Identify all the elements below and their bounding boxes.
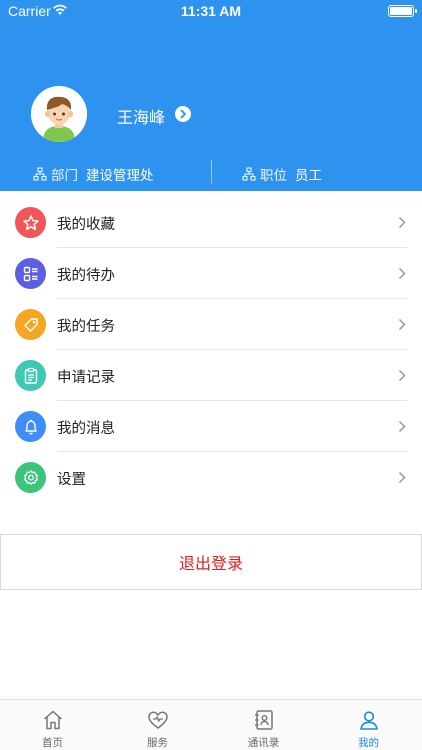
status-bar: Carrier 11:31 AM — [0, 0, 422, 22]
chevron-right-icon — [180, 109, 186, 119]
chevron-right-icon — [398, 318, 406, 331]
heart-icon — [147, 711, 168, 729]
home-icon — [43, 710, 62, 730]
gear-icon — [15, 462, 46, 493]
menu-item-label: 我的待办 — [57, 268, 115, 284]
position-value: 员工 — [295, 168, 322, 184]
avatar[interactable] — [31, 86, 87, 142]
tab-label: 服务 — [147, 737, 168, 749]
user-name[interactable]: 王海峰 — [117, 104, 165, 128]
chevron-right-icon — [398, 267, 406, 280]
menu-item-favorites[interactable]: 我的收藏 — [0, 197, 422, 248]
clock: 11:31 AM — [180, 3, 242, 19]
department-value: 建设管理处 — [86, 168, 154, 184]
tab-mine[interactable]: 我的 — [316, 700, 421, 750]
menu-item-tasks[interactable]: 我的任务 — [0, 299, 422, 350]
menu-item-applications[interactable]: 申请记录 — [0, 350, 422, 401]
org-structure-icon — [242, 167, 256, 181]
menu-item-settings[interactable]: 设置 — [0, 452, 422, 503]
avatar-boy-icon — [31, 86, 87, 142]
profile-info-row: 部门 建设管理处 职位 员工 — [0, 160, 422, 186]
department-label: 部门 — [51, 168, 78, 184]
star-icon — [15, 207, 46, 238]
tab-label: 通讯录 — [247, 737, 280, 749]
clipboard-icon — [15, 360, 46, 391]
profile-menu: 我的收藏 我的待办 我的任务 申请记录 我的消息 设置 — [0, 197, 422, 503]
contacts-icon — [254, 710, 273, 730]
user-icon — [359, 711, 378, 730]
tab-services[interactable]: 服务 — [105, 700, 210, 750]
tab-contacts[interactable]: 通讯录 — [211, 700, 316, 750]
tab-bar: 首页 服务 通讯录 我的 — [0, 699, 422, 750]
battery-icon — [388, 5, 417, 17]
position-label: 职位 — [260, 168, 287, 184]
tab-label: 我的 — [358, 737, 379, 749]
menu-item-label: 申请记录 — [57, 370, 115, 386]
department-info: 部门 建设管理处 — [33, 164, 154, 184]
chevron-right-icon — [398, 420, 406, 433]
menu-item-messages[interactable]: 我的消息 — [0, 401, 422, 452]
info-divider — [211, 160, 212, 184]
chevron-right-icon — [398, 216, 406, 229]
menu-item-label: 我的消息 — [57, 421, 115, 437]
menu-item-label: 设置 — [57, 472, 86, 488]
tab-label: 首页 — [42, 737, 63, 749]
menu-item-label: 我的任务 — [57, 319, 115, 335]
profile-header: Carrier 11:31 AM 王海峰 部门 建设管理处 职位 员工 — [0, 0, 422, 191]
logout-button[interactable]: 退出登录 — [0, 534, 422, 590]
menu-item-todo[interactable]: 我的待办 — [0, 248, 422, 299]
bell-icon — [15, 411, 46, 442]
position-info: 职位 员工 — [242, 164, 322, 184]
tab-home[interactable]: 首页 — [0, 700, 105, 750]
tag-icon — [15, 309, 46, 340]
profile-detail-button[interactable] — [175, 106, 191, 122]
chevron-right-icon — [398, 471, 406, 484]
chevron-right-icon — [398, 369, 406, 382]
todo-list-icon — [15, 258, 46, 289]
menu-item-label: 我的收藏 — [57, 217, 115, 233]
org-structure-icon — [33, 167, 47, 181]
